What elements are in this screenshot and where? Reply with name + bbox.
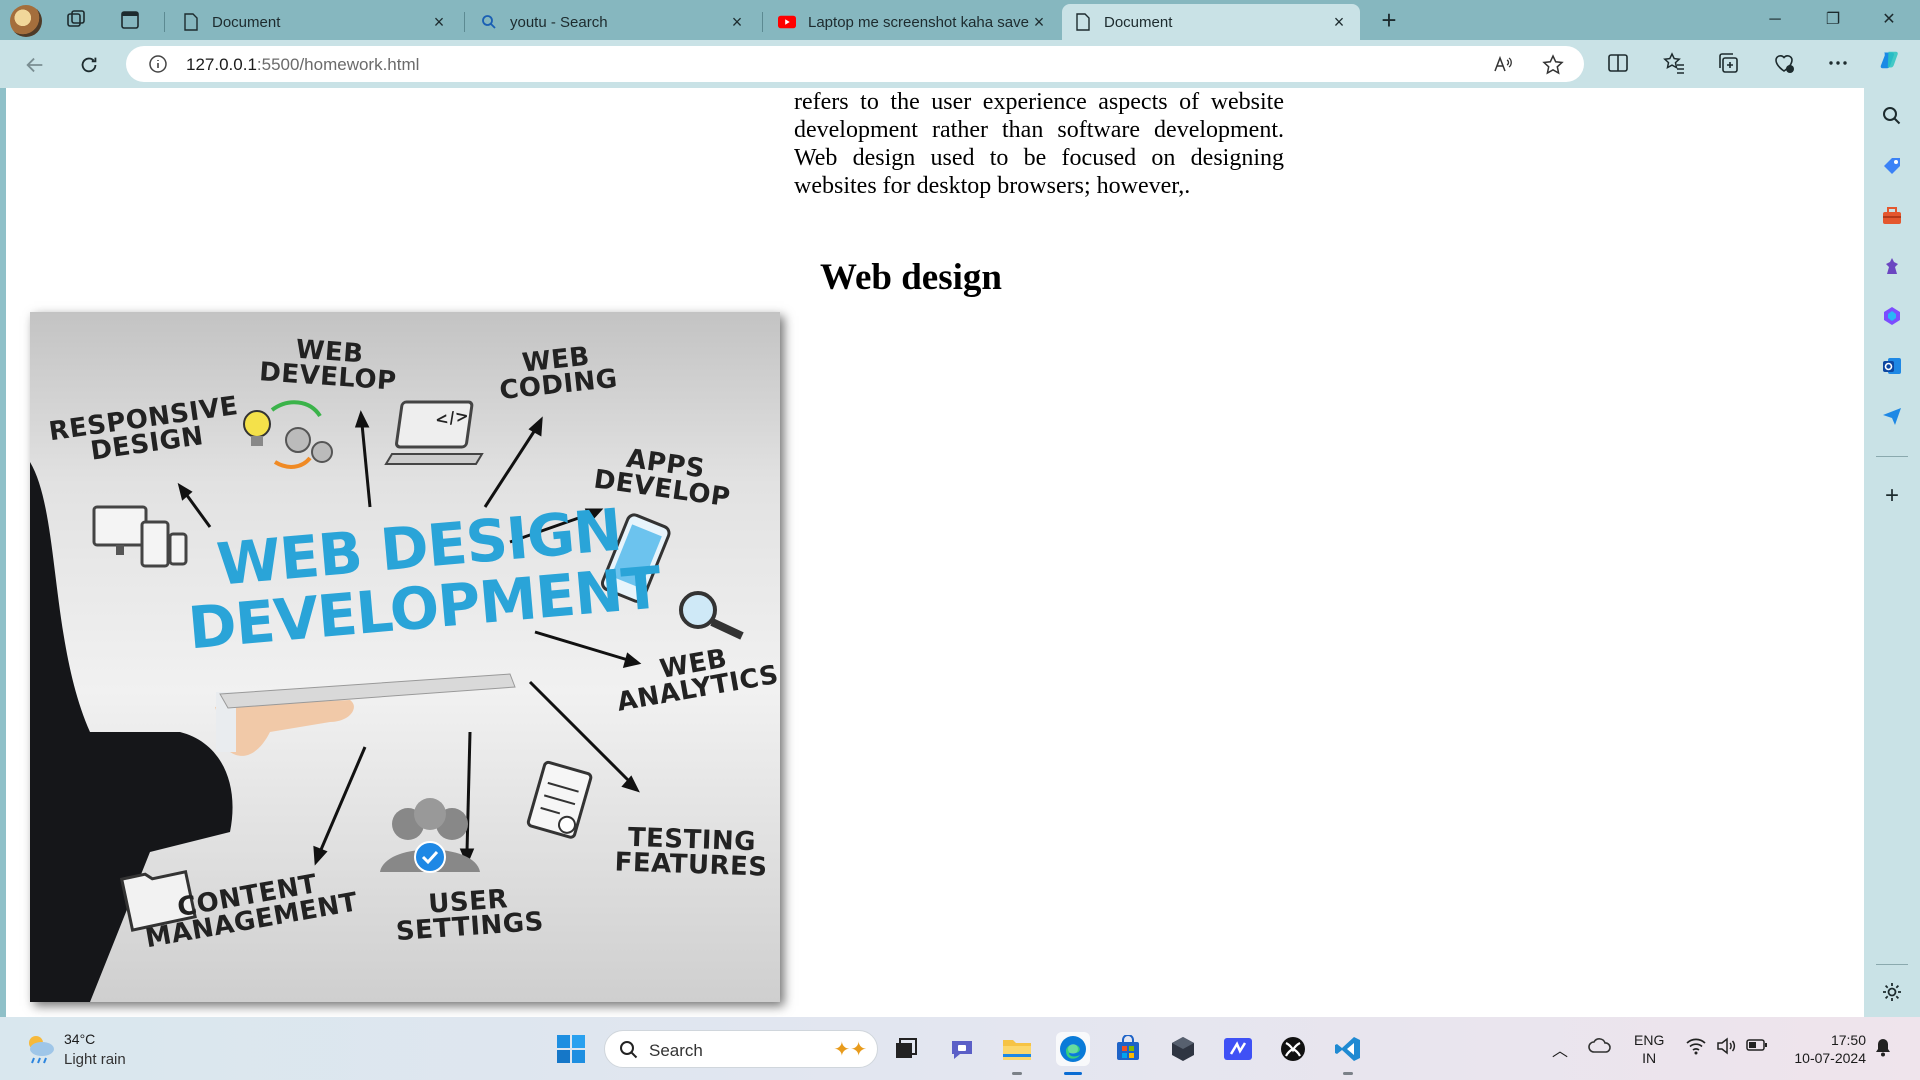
search-label: Search [649,1041,703,1060]
collections-icon[interactable] [1716,51,1742,77]
favorite-star-icon[interactable] [1542,54,1564,76]
more-menu-icon[interactable] [1826,51,1852,77]
sidebar-separator [1876,456,1908,457]
url-text: 127.0.0.1:5500/homework.html [186,55,419,75]
close-icon[interactable]: × [1030,12,1048,32]
youtube-icon [778,13,796,31]
web-design-image: WEB DEVELOP WEB CODING RESPONSIVE DESIGN… [30,312,780,1002]
microsoft-365-icon[interactable] [1878,302,1906,330]
close-window-button[interactable]: ✕ [1866,6,1912,34]
edge-browser-icon[interactable] [1056,1032,1090,1075]
running-indicator [1064,1072,1082,1075]
search-icon [480,13,498,31]
outlook-icon[interactable] [1878,352,1906,380]
address-bar[interactable]: 127.0.0.1:5500/homework.html [126,46,1584,82]
intro-paragraph: refers to the user experience aspects of… [794,89,1284,199]
workspaces-icon[interactable] [64,8,90,32]
tab-title: Document [212,13,281,31]
send-icon[interactable] [1878,402,1906,430]
xbox-icon[interactable] [1276,1032,1310,1066]
notification-bell-icon[interactable] [1874,1037,1892,1060]
task-view-icon[interactable] [889,1032,923,1066]
profile-avatar[interactable] [10,5,42,37]
search-icon [619,1040,639,1060]
chevron-up-icon[interactable]: ︿ [1552,1037,1568,1061]
settings-gear-icon[interactable] [1878,978,1906,1006]
wifi-icon[interactable] [1686,1037,1706,1058]
windows-taskbar: 34°C Light rain Search ✦✦ ︿ ENG IN 17:50… [0,1017,1920,1080]
app-cube-icon[interactable] [1166,1032,1200,1066]
read-aloud-icon[interactable] [1492,54,1514,76]
info-icon[interactable] [148,54,168,74]
onedrive-cloud-icon[interactable] [1588,1036,1612,1057]
close-icon[interactable]: × [728,12,746,32]
clock-time: 17:50 [1830,1032,1866,1048]
back-button[interactable] [20,50,50,80]
tab-separator [164,12,165,32]
whiteboard-icon[interactable] [1221,1032,1255,1066]
microsoft-store-icon[interactable] [1111,1032,1145,1066]
games-icon[interactable] [1878,252,1906,280]
system-clock[interactable]: 17:50 10-07-2024 [1786,1031,1866,1067]
split-screen-icon[interactable] [1606,51,1632,77]
tools-icon[interactable] [1878,202,1906,230]
taskbar-search-box[interactable]: Search ✦✦ [604,1030,878,1068]
restore-button[interactable]: ❐ [1810,6,1856,34]
edge-sidebar: + [1864,88,1920,1017]
minimize-button[interactable]: ─ [1752,6,1798,34]
tab-separator [464,12,465,32]
tab-separator [762,12,763,32]
tab-document-1[interactable]: Document × [170,4,460,40]
language-line-2: IN [1642,1050,1657,1066]
refresh-button[interactable] [74,50,104,80]
code-glyph: </> [433,405,471,430]
page-icon [182,13,200,31]
language-indicator[interactable]: ENG IN [1634,1031,1664,1067]
tab-actions-icon[interactable] [118,8,144,32]
file-explorer-icon[interactable] [1000,1032,1034,1075]
tab-title: Document [1104,13,1173,31]
favorites-icon[interactable] [1662,51,1688,77]
teams-chat-icon[interactable] [945,1032,979,1066]
shopping-tag-icon[interactable] [1878,152,1906,180]
label-line: FEATURES [614,847,769,883]
sparkle-icon: ✦✦ [833,1039,867,1061]
copilot-icon[interactable] [1878,48,1910,80]
tab-laptop-screenshot[interactable]: Laptop me screenshot kaha save × [766,4,1060,40]
close-icon[interactable]: × [430,12,448,32]
tab-strip: Document × youtu - Search × Laptop me sc… [0,0,1920,40]
page-viewport: refers to the user experience aspects of… [6,88,1864,1017]
tab-title: Laptop me screenshot kaha save [808,13,1029,31]
url-host: 127.0.0.1 [186,55,257,74]
windows-start-icon[interactable] [556,1034,586,1064]
weather-description[interactable]: Light rain [64,1051,126,1068]
volume-icon[interactable] [1716,1037,1736,1058]
page-heading: Web design [820,257,1002,298]
vscode-icon[interactable] [1331,1032,1365,1075]
label-testing-features: TESTING FEATURES [614,823,769,883]
url-path: :5500/homework.html [256,55,420,74]
weather-rain-icon[interactable] [22,1031,58,1065]
new-tab-button[interactable]: + [1374,6,1404,36]
running-indicator [1012,1072,1022,1075]
browser-toolbar: 127.0.0.1:5500/homework.html [0,40,1920,88]
tab-youtu-search[interactable]: youtu - Search × [468,4,758,40]
tab-title: youtu - Search [510,13,608,31]
language-line-1: ENG [1634,1032,1665,1048]
clock-date: 10-07-2024 [1794,1050,1866,1066]
browser-essentials-icon[interactable] [1772,51,1798,77]
label-user-settings: USER SETTINGS [393,884,545,946]
battery-icon[interactable] [1746,1038,1768,1055]
running-indicator [1343,1072,1353,1075]
label-web-develop: WEB DEVELOP [258,335,399,397]
tab-document-active[interactable]: Document × [1062,4,1360,40]
close-icon[interactable]: × [1330,12,1348,32]
page-icon [1074,13,1092,31]
search-icon[interactable] [1878,102,1906,130]
sidebar-separator [1876,964,1908,965]
weather-temperature[interactable]: 34°C [64,1031,95,1047]
add-icon[interactable]: + [1878,482,1906,510]
